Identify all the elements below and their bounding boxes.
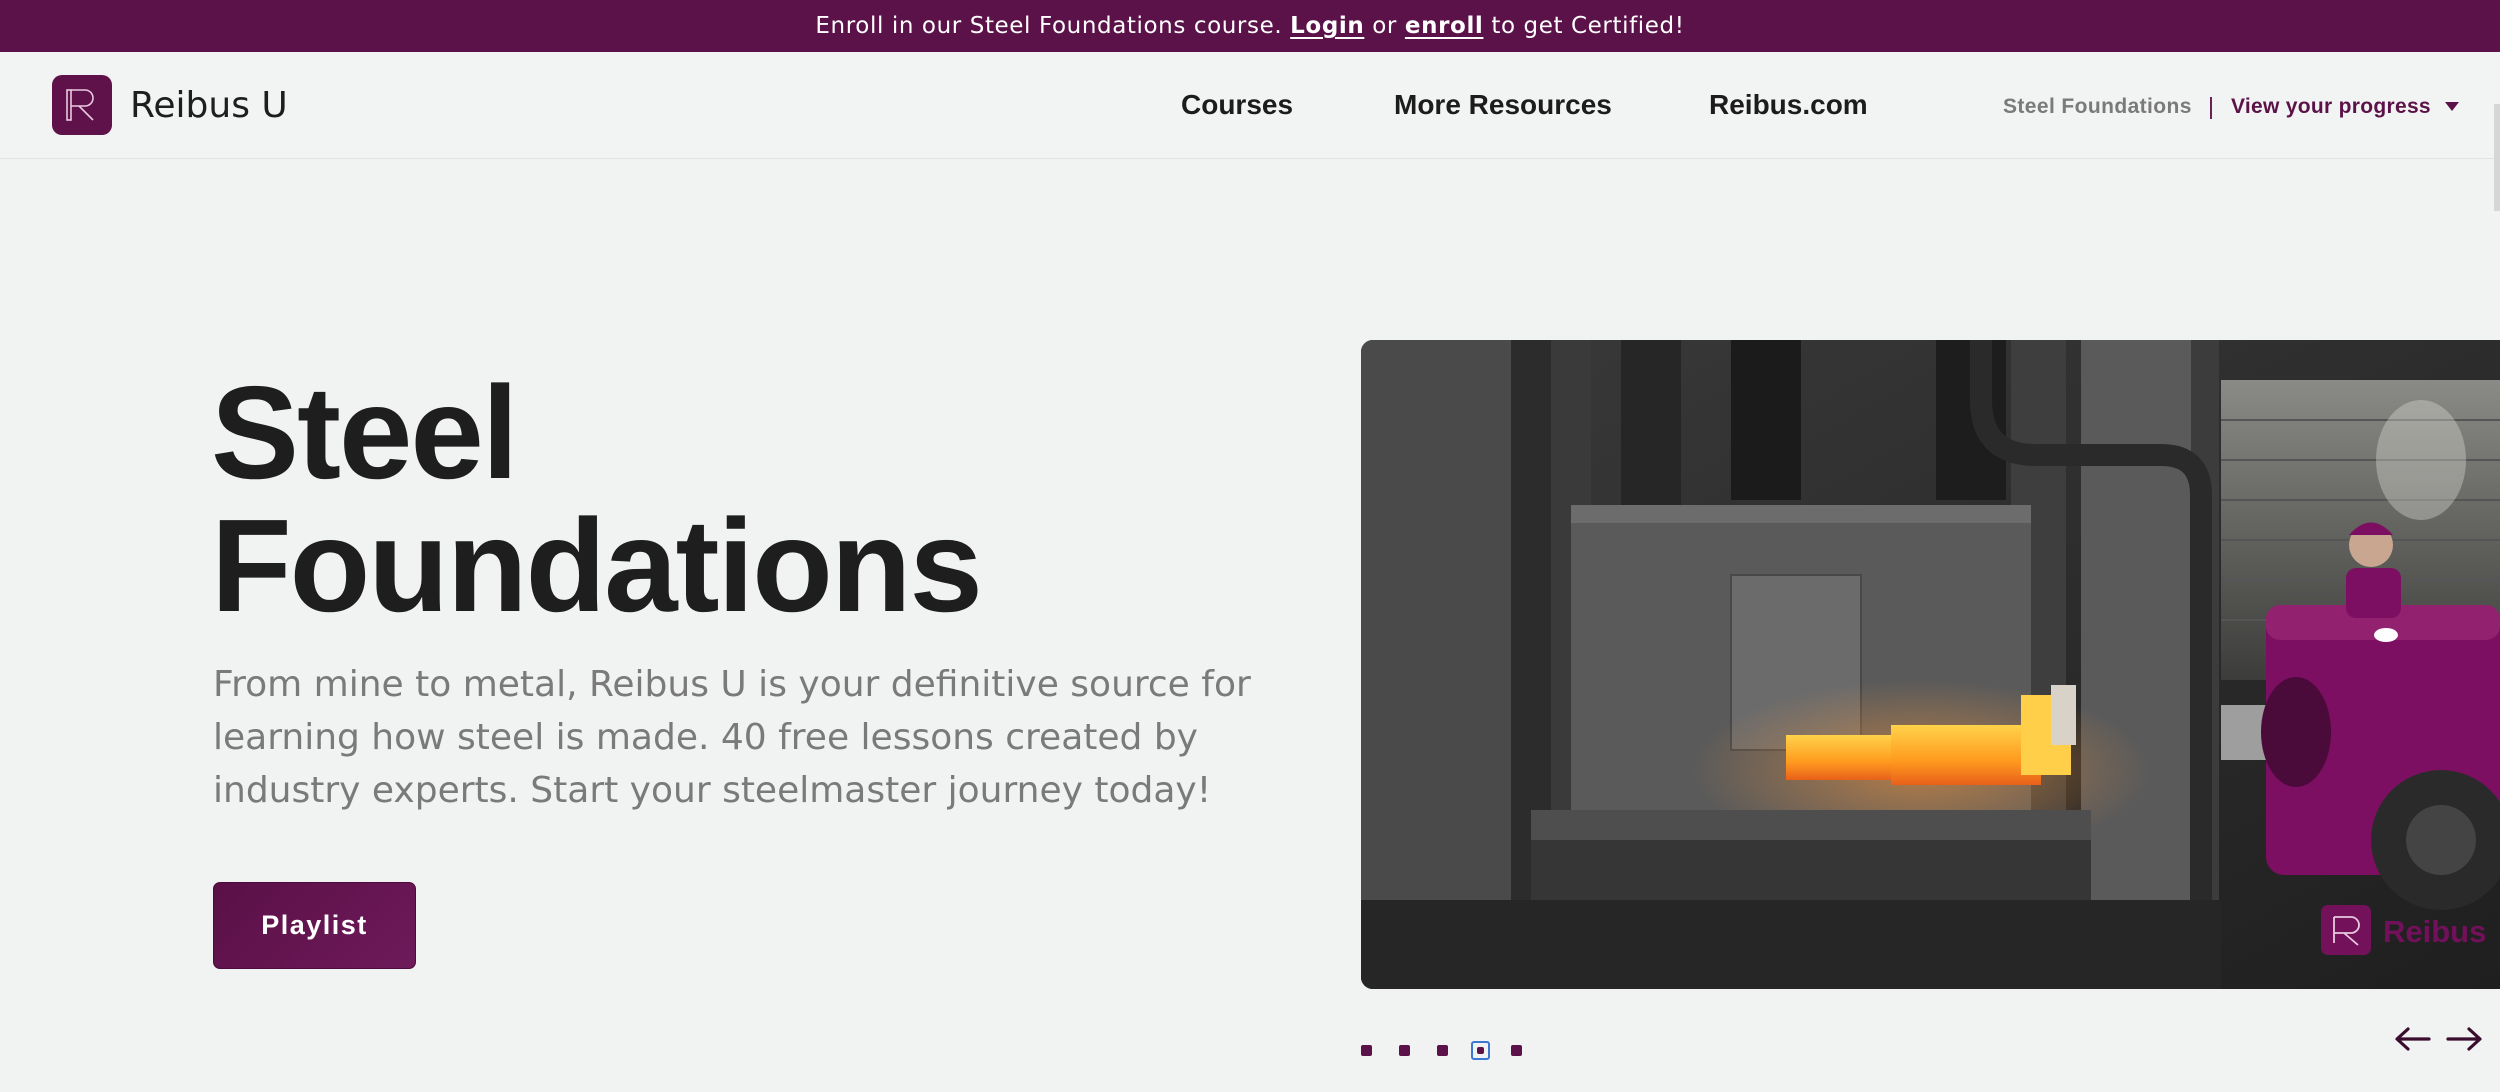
header-separator: | [2208,93,2214,119]
banner-text-after: to get Certified! [1491,13,1685,39]
reibus-r-logo-icon[interactable] [52,75,112,135]
hero-title-line-2: Foundations [211,492,983,639]
forge-scene-image [1361,340,2500,989]
login-link[interactable]: Login [1290,13,1364,39]
scrollbar[interactable] [2494,104,2500,211]
nav-reibus-com[interactable]: Reibus.com [1709,89,1868,121]
carousel-dot-1[interactable] [1361,1045,1372,1056]
banner-text-before: Enroll in our Steel Foundations course. [815,13,1283,39]
carousel-dot-3[interactable] [1437,1045,1448,1056]
hero-description: From mine to metal, Reibus U is your def… [213,664,1251,811]
carousel-dot-4[interactable] [1471,1041,1490,1060]
chevron-down-icon[interactable] [2445,102,2459,111]
media-watermark: Reibus [2383,914,2487,949]
banner-or-text: or [1372,13,1397,39]
playlist-button[interactable]: Playlist [213,882,416,969]
nav-courses[interactable]: Courses [1181,89,1293,121]
carousel-dot-2[interactable] [1399,1045,1410,1056]
brand-name[interactable]: Reibus U [130,85,288,126]
carousel-pagination [1355,1040,1535,1064]
nav-more-resources[interactable]: More Resources [1394,89,1612,121]
current-course-name: Steel Foundations [2003,95,2192,118]
arrow-right-icon[interactable] [2444,1024,2484,1054]
view-progress-link[interactable]: View your progress [2231,95,2431,119]
announcement-banner: Enroll in our Steel Foundations course. … [0,0,2500,52]
enroll-link[interactable]: enroll [1405,13,1484,39]
hero-video[interactable]: Reibus [1361,340,2500,989]
carousel-dot-5[interactable] [1511,1045,1522,1056]
hero-title-line-1: Steel [211,359,518,506]
hero-title: Steel Foundations [211,366,983,632]
header-nav: Reibus U Courses More Resources Reibus.c… [0,52,2500,211]
arrow-left-icon[interactable] [2393,1024,2433,1054]
